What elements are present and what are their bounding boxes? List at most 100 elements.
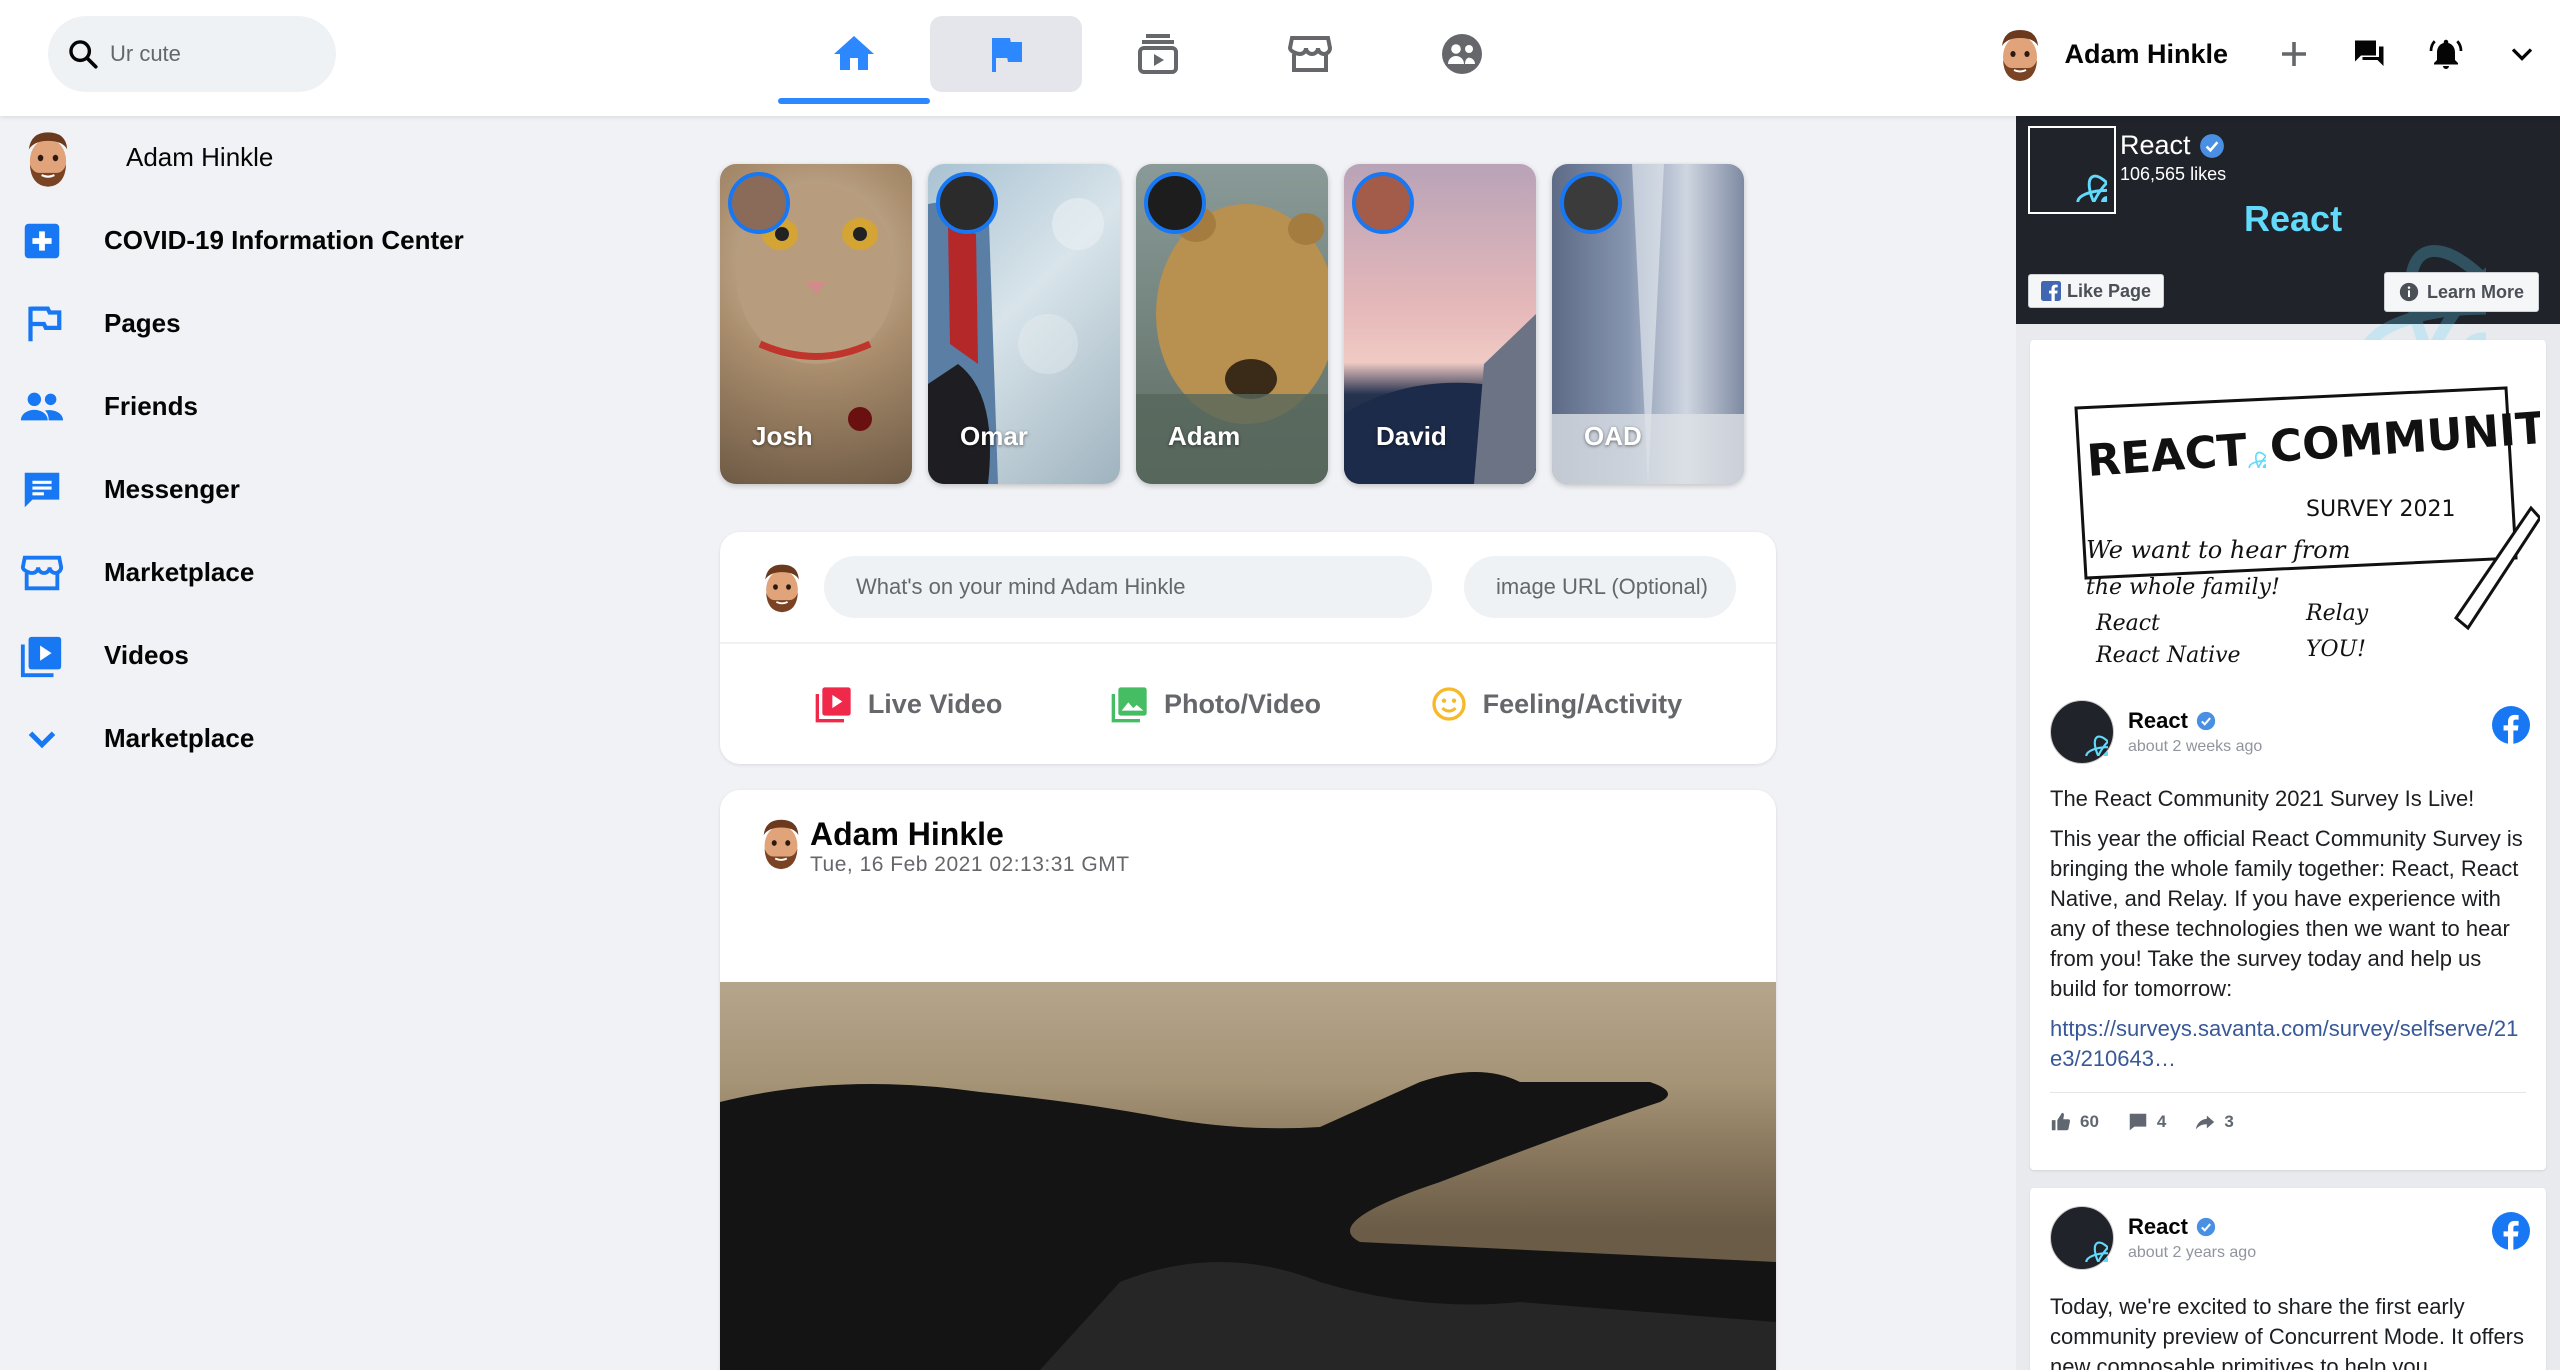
verified-icon xyxy=(2196,711,2216,731)
live-video-button[interactable]: Live Video xyxy=(814,684,1003,724)
header-user-name[interactable]: Adam Hinkle xyxy=(2064,39,2228,70)
sidebar-item-see-more[interactable]: Marketplace xyxy=(0,697,520,780)
story-card[interactable]: Adam xyxy=(1136,164,1328,484)
post-composer: Live Video Photo/Video Feeling/Activity xyxy=(720,532,1776,764)
survey-line-1: We want to hear from xyxy=(2086,536,2350,564)
sidebar-item-friends[interactable]: Friends xyxy=(0,365,520,448)
story-name: Omar xyxy=(960,421,1028,451)
avatar xyxy=(16,126,80,190)
notifications-active-icon xyxy=(2429,39,2463,69)
notifications-button[interactable] xyxy=(2408,16,2484,92)
page-post: React about 2 years ago Today, we're exc… xyxy=(2030,1188,2546,1370)
expand-more-icon xyxy=(28,730,56,748)
nav-tab-pages[interactable] xyxy=(930,16,1082,92)
sidebar-item-label: Marketplace xyxy=(104,723,255,753)
add-icon xyxy=(2282,42,2306,66)
sidebar-item-messenger[interactable]: Messenger xyxy=(0,448,520,531)
survey-check-2: React Native xyxy=(2095,643,2241,668)
nav-tab-home[interactable] xyxy=(778,16,930,104)
post-link[interactable]: https://surveys.savanta.com/survey/selfs… xyxy=(2030,1014,2546,1074)
post-time[interactable]: about 2 years ago xyxy=(2128,1244,2256,1262)
photo-video-label: Photo/Video xyxy=(1164,688,1322,719)
like-page-label: Like Page xyxy=(2067,280,2152,301)
survey-image: REACT COMMUNITY SURVEY 2021 We want to h… xyxy=(2036,358,2560,698)
emoji-flags-icon xyxy=(28,306,62,341)
avatar xyxy=(754,559,810,615)
facebook-icon xyxy=(2041,281,2061,301)
stories-reel: Josh Omar Adam David OAD xyxy=(720,164,1744,484)
nav-tab-groups[interactable] xyxy=(1386,16,1538,92)
flag-icon xyxy=(992,38,1022,72)
people-icon xyxy=(20,392,64,420)
header-right: Adam Hinkle xyxy=(1990,16,2560,92)
survey-line-2: the whole family! xyxy=(2086,575,2280,600)
sidebar-item-profile[interactable]: Adam Hinkle xyxy=(0,116,520,199)
post-page-logo[interactable] xyxy=(2050,1206,2114,1270)
page-plugin: React 106,565 likes React Like Page Lear… xyxy=(2016,116,2560,1370)
avatar[interactable] xyxy=(1990,24,2050,84)
photo-video-button[interactable]: Photo/Video xyxy=(1110,684,1321,724)
sidebar-item-label: Marketplace xyxy=(104,557,255,587)
survey-subtitle: SURVEY 2021 xyxy=(2306,497,2456,522)
sidebar-item-label: COVID-19 Information Center xyxy=(104,225,464,255)
page-post: REACT COMMUNITY SURVEY 2021 We want to h… xyxy=(2030,340,2560,1170)
story-card[interactable]: David xyxy=(1344,164,1536,484)
forum-icon xyxy=(2355,40,2384,66)
story-name: OAD xyxy=(1584,421,1642,451)
sidebar-item-videos[interactable]: Videos xyxy=(0,614,520,697)
share-icon xyxy=(2196,1115,2215,1130)
sidebar-user-name: Adam Hinkle xyxy=(126,142,274,172)
survey-check-4: YOU! xyxy=(2306,637,2366,662)
sidebar-item-label: Friends xyxy=(104,391,198,421)
comment-count[interactable]: 4 xyxy=(2127,1111,2166,1133)
verified-icon xyxy=(2199,133,2225,159)
sidebar-item-label: Videos xyxy=(104,640,189,670)
like-page-button[interactable]: Like Page xyxy=(2028,274,2165,308)
feed-post: Adam Hinkle Tue, 16 Feb 2021 02:13:31 GM… xyxy=(720,790,1776,1370)
nav-tab-marketplace[interactable] xyxy=(1234,16,1386,92)
storefront-icon xyxy=(20,555,64,590)
create-button[interactable] xyxy=(2256,16,2332,92)
facebook-logo-icon[interactable] xyxy=(2492,706,2530,744)
like-count[interactable]: 60 xyxy=(2050,1111,2099,1133)
sidebar-item-marketplace[interactable]: Marketplace xyxy=(0,531,520,614)
chat-icon xyxy=(24,472,60,507)
facebook-logo-icon[interactable] xyxy=(2492,1212,2530,1250)
sidebar-item-label: Messenger xyxy=(104,474,240,504)
thumb-up-icon xyxy=(2051,1112,2071,1131)
nav-tab-watch[interactable] xyxy=(1082,16,1234,92)
supervised-account-icon xyxy=(1442,34,1482,74)
post-image[interactable] xyxy=(720,982,1776,1370)
page-name[interactable]: React xyxy=(2120,130,2191,161)
post-page-name[interactable]: React xyxy=(2128,1214,2188,1240)
post-time[interactable]: about 2 weeks ago xyxy=(2128,738,2262,756)
live-video-label: Live Video xyxy=(867,688,1003,719)
messenger-button[interactable] xyxy=(2332,16,2408,92)
story-card[interactable]: Omar xyxy=(928,164,1120,484)
cover-title: React xyxy=(2244,198,2343,239)
sidebar-item-label: Pages xyxy=(104,308,181,338)
sidebar-item-covid[interactable]: COVID-19 Information Center xyxy=(0,199,520,282)
page-logo[interactable] xyxy=(2028,126,2116,214)
sidebar-item-pages[interactable]: Pages xyxy=(0,282,520,365)
learn-more-button[interactable]: Learn More xyxy=(2384,272,2540,312)
feeling-activity-button[interactable]: Feeling/Activity xyxy=(1429,684,1682,724)
post-message-input[interactable] xyxy=(824,556,1432,618)
post-page-logo[interactable] xyxy=(2050,700,2114,764)
image-url-input[interactable] xyxy=(1464,556,1736,618)
search-icon xyxy=(69,40,98,69)
search-input[interactable] xyxy=(110,41,330,67)
survey-check-3: Relay xyxy=(2305,601,2369,626)
post-author[interactable]: Adam Hinkle xyxy=(810,816,1130,853)
story-card[interactable]: OAD xyxy=(1552,164,1744,484)
post-page-name[interactable]: React xyxy=(2128,708,2188,734)
comment-icon xyxy=(2129,1113,2147,1131)
share-count[interactable]: 3 xyxy=(2194,1111,2234,1133)
story-card[interactable]: Josh xyxy=(720,164,912,484)
post-timestamp: Tue, 16 Feb 2021 02:13:31 GMT xyxy=(810,853,1130,876)
post-attachment[interactable]: REACT COMMUNITY SURVEY 2021 We want to h… xyxy=(2030,340,2560,700)
account-menu-button[interactable] xyxy=(2484,16,2560,92)
avatar[interactable] xyxy=(752,814,810,872)
search-bar[interactable] xyxy=(48,16,336,92)
page-cover: React 106,565 likes React Like Page Lear… xyxy=(2016,116,2560,324)
